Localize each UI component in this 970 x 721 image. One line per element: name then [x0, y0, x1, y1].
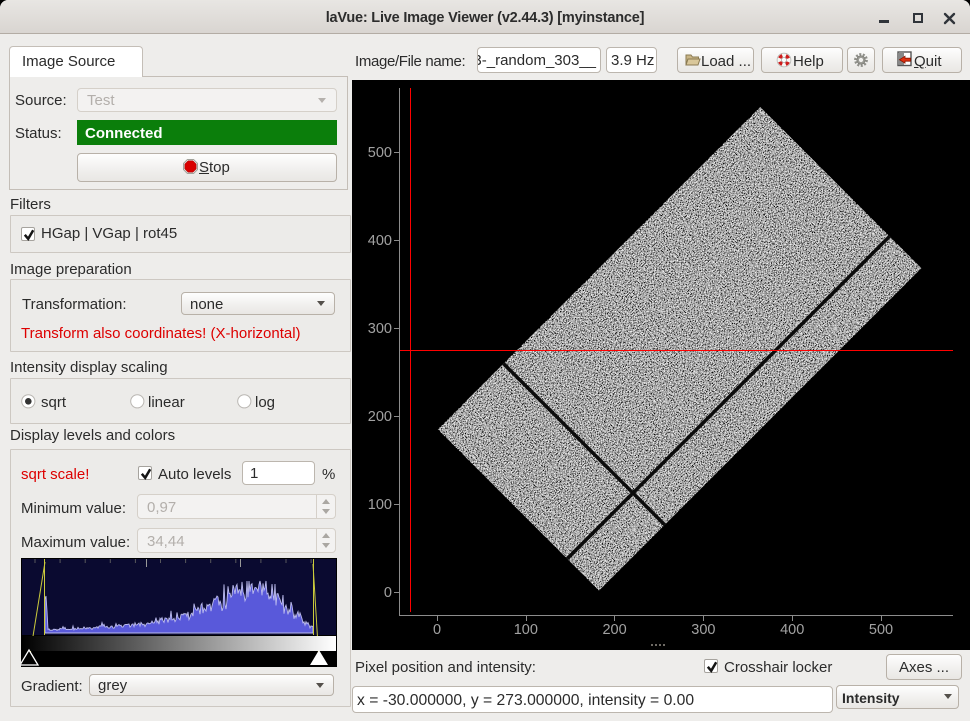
svg-text:400: 400 — [368, 233, 392, 249]
svg-text:300: 300 — [368, 321, 392, 337]
svg-text:0: 0 — [384, 585, 392, 601]
svg-text:400: 400 — [780, 622, 804, 638]
svg-text:200: 200 — [368, 409, 392, 425]
svg-text:100: 100 — [514, 622, 538, 638]
svg-text:200: 200 — [602, 622, 626, 638]
svg-text:500: 500 — [368, 145, 392, 161]
svg-text:0: 0 — [433, 622, 441, 638]
svg-text:300: 300 — [691, 622, 715, 638]
svg-text:100: 100 — [368, 497, 392, 513]
svg-text:500: 500 — [869, 622, 893, 638]
